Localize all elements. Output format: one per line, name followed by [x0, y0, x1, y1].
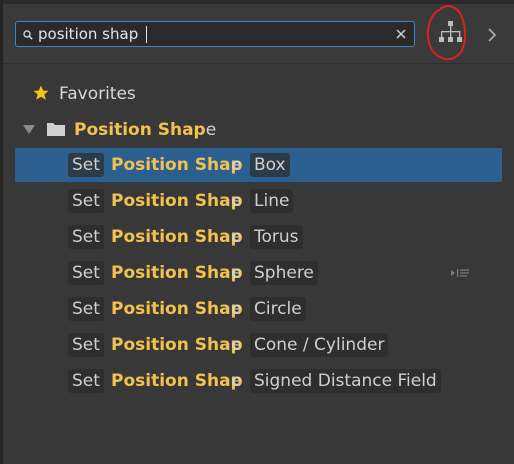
- item-rest: e: [231, 155, 242, 175]
- item-match: Position Shap: [111, 191, 243, 211]
- item-match: Position Shap: [111, 227, 243, 247]
- category-position-shape[interactable]: Position Shape: [3, 118, 503, 142]
- item-match: Position Shap: [111, 155, 243, 175]
- results-list: Favorites Position Shape Set Position Sh…: [3, 64, 514, 464]
- item-match: Position Shap: [111, 335, 243, 355]
- list-indent-icon[interactable]: [451, 268, 471, 278]
- item-variant: Box: [250, 153, 290, 177]
- list-item-circle[interactable]: Set Position Shap e Circle: [15, 292, 502, 326]
- star-icon: [33, 85, 49, 100]
- item-match: Position Shap: [111, 263, 243, 283]
- item-variant: Torus: [250, 225, 303, 249]
- item-variant: Signed Distance Field: [250, 369, 441, 393]
- list-item-torus[interactable]: Set Position Shap e Torus: [15, 220, 502, 254]
- item-prefix: Set: [68, 189, 104, 213]
- list-item-cone-cylinder[interactable]: Set Position Shap e Cone / Cylinder: [15, 328, 502, 362]
- expand-triangle-icon[interactable]: [23, 125, 35, 135]
- item-rest: e: [231, 227, 242, 247]
- item-variant: Line: [250, 189, 294, 213]
- item-match: Position Shap: [111, 371, 243, 391]
- item-prefix: Set: [68, 225, 104, 249]
- list-item-line[interactable]: Set Position Shap e Line: [15, 184, 502, 218]
- item-match: Position Shap: [111, 299, 243, 319]
- item-variant: Sphere: [250, 261, 318, 285]
- item-rest: e: [231, 299, 242, 319]
- category-label: Position Shape: [74, 120, 217, 140]
- list-item-signed-distance-field[interactable]: Set Position Shap e Signed Distance Fiel…: [15, 364, 502, 398]
- item-prefix: Set: [68, 333, 104, 357]
- favorites-label: Favorites: [59, 84, 136, 104]
- list-item-sphere[interactable]: Set Position Shap e Sphere: [15, 256, 502, 290]
- item-rest: e: [231, 371, 242, 391]
- folder-icon: [47, 123, 65, 136]
- list-item-box[interactable]: Set Position Shap e Box: [15, 148, 502, 182]
- item-prefix: Set: [68, 153, 104, 177]
- item-prefix: Set: [68, 297, 104, 321]
- item-prefix: Set: [68, 369, 104, 393]
- item-variant: Cone / Cylinder: [250, 333, 389, 357]
- item-variant: Circle: [250, 297, 306, 321]
- item-prefix: Set: [68, 261, 104, 285]
- item-rest: e: [231, 335, 242, 355]
- item-rest: e: [231, 263, 242, 283]
- item-rest: e: [231, 191, 242, 211]
